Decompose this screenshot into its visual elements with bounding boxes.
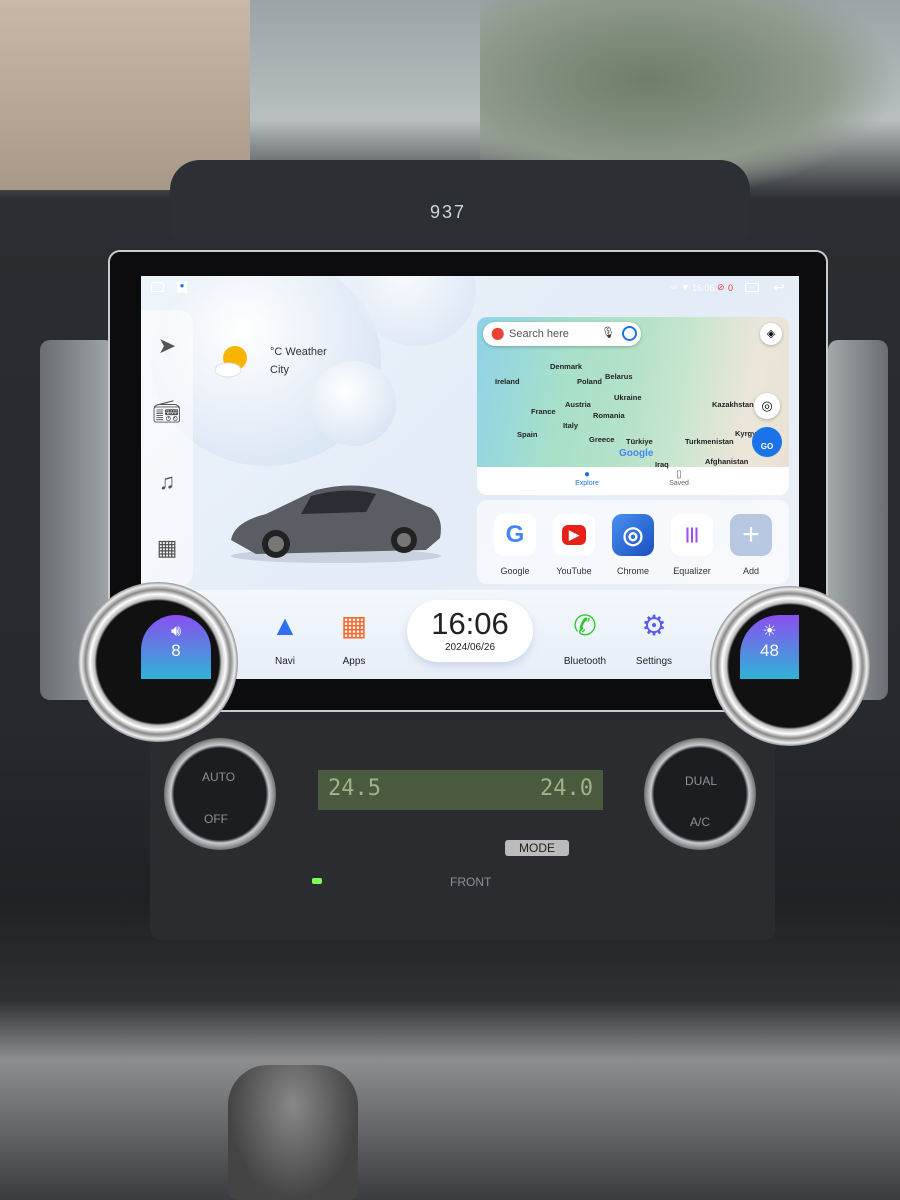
maps-pin-icon: ⬤ xyxy=(491,326,505,340)
car-image xyxy=(231,485,441,563)
auto-label: AUTO xyxy=(202,770,236,784)
map-search-bar[interactable]: ⬤ Search here 🎙︎ xyxy=(483,322,641,346)
side-dock: ➤ 📻︎ ♫ ▦ xyxy=(141,310,193,586)
mute-icon: ⊘ xyxy=(717,282,725,292)
dual-label: DUAL xyxy=(685,774,718,788)
off-label: OFF xyxy=(204,812,228,826)
odometer-display: 937 xyxy=(430,202,467,222)
left-temp: 24.5 xyxy=(328,776,381,801)
gear-icon: ⚙ xyxy=(641,610,667,641)
indicator-led xyxy=(312,878,322,884)
app-chrome[interactable]: ◎ Chrome xyxy=(604,514,662,576)
map-view[interactable]: Denmark Ireland Poland Belarus Ukraine F… xyxy=(477,317,789,469)
search-placeholder: Search here xyxy=(509,328,569,340)
settings-button[interactable]: ⚙ Settings xyxy=(619,608,689,667)
app-equalizer[interactable]: ||| Equalizer xyxy=(663,514,721,576)
tab-explore[interactable]: ● Explore xyxy=(547,469,627,487)
head-unit-screen: ● ∞ ▼ 16:06 ⊘ 0 ↩ ➤ 📻︎ ♫ ▦ °C Weather Ci… xyxy=(141,276,799,679)
navigation-icon[interactable]: ➤ xyxy=(153,332,181,360)
layers-icon[interactable]: ◈ xyxy=(760,323,782,345)
add-icon: + xyxy=(730,514,772,556)
status-bar: ● ∞ ▼ 16:06 ⊘ 0 ↩ xyxy=(141,276,799,300)
app-shortcuts: G Google ▶ YouTube ◎ Chrome ||| Equalizer + A… xyxy=(477,500,789,584)
right-temp: 24.0 xyxy=(540,776,593,801)
clock-time: 16:06 xyxy=(431,606,509,641)
chrome-icon: ◎ xyxy=(612,514,654,556)
bluetooth-icon: ∞ xyxy=(671,283,677,292)
youtube-icon: ▶ xyxy=(562,525,586,545)
app-youtube[interactable]: ▶ YouTube xyxy=(545,514,603,576)
navi-button[interactable]: ▲ Navi xyxy=(250,608,320,667)
recent-apps-icon[interactable] xyxy=(745,283,759,292)
alert-count: 0 xyxy=(728,283,734,293)
microphone-icon[interactable]: 🎙︎ xyxy=(601,326,615,339)
status-time: 16:06 xyxy=(692,283,715,293)
climate-control-panel: AUTO OFF DUAL A/C MODE FRONT xyxy=(150,720,775,940)
clock-widget: 16:06 2024/06/26 xyxy=(407,600,533,662)
account-icon[interactable] xyxy=(622,326,637,341)
maps-app-icon[interactable]: ● xyxy=(177,281,187,293)
phone-icon: ✆ xyxy=(573,610,597,641)
apps-button[interactable]: ▦ Apps xyxy=(319,608,389,667)
back-icon[interactable]: ↩ xyxy=(773,279,785,296)
front-defrost-button[interactable]: FRONT xyxy=(450,875,491,889)
home-icon[interactable] xyxy=(151,282,164,292)
apps-grid-icon[interactable]: ▦ xyxy=(153,534,181,562)
bluetooth-button[interactable]: ✆ Bluetooth xyxy=(550,608,620,667)
left-climate-knob[interactable] xyxy=(164,738,276,850)
climate-lcd: 24.5 24.0 xyxy=(318,770,603,810)
right-climate-knob[interactable] xyxy=(644,738,756,850)
navigation-arrow-icon: ▲ xyxy=(271,610,299,641)
radio-icon[interactable]: 📻︎ xyxy=(153,398,181,426)
maps-widget[interactable]: Denmark Ireland Poland Belarus Ukraine F… xyxy=(477,317,789,495)
app-add[interactable]: + Add xyxy=(722,514,780,576)
weather-temp: °C Weather xyxy=(270,346,327,358)
wifi-icon: ▼ xyxy=(681,282,690,292)
google-logo: Google xyxy=(619,448,654,459)
my-location-icon[interactable]: ◎ xyxy=(754,393,780,419)
volume-display: 🔊︎ 8 xyxy=(141,615,211,679)
bottom-bar: ▲ Navi ▦ Apps 16:06 2024/06/26 ✆ Bluetooth ⚙… xyxy=(141,590,799,679)
apps-grid-icon: ▦ xyxy=(340,610,368,641)
brightness-level: 48 xyxy=(760,641,779,660)
top-vent xyxy=(170,160,750,240)
gear-shifter xyxy=(228,1065,358,1200)
volume-level: 8 xyxy=(171,641,181,660)
google-icon: G xyxy=(494,514,536,556)
clock-date: 2024/06/26 xyxy=(444,642,496,653)
volume-icon: 🔊︎ xyxy=(170,623,182,640)
go-button[interactable]: GO xyxy=(752,427,782,457)
mode-button[interactable]: MODE xyxy=(505,840,569,856)
equalizer-icon: ||| xyxy=(671,514,713,556)
app-google[interactable]: G Google xyxy=(486,514,544,576)
music-icon[interactable]: ♫ xyxy=(153,468,181,496)
partly-sunny-icon xyxy=(214,346,247,378)
tab-saved[interactable]: ▯ Saved xyxy=(639,469,719,487)
weather-city: City xyxy=(270,364,289,376)
ac-label: A/C xyxy=(690,815,711,829)
